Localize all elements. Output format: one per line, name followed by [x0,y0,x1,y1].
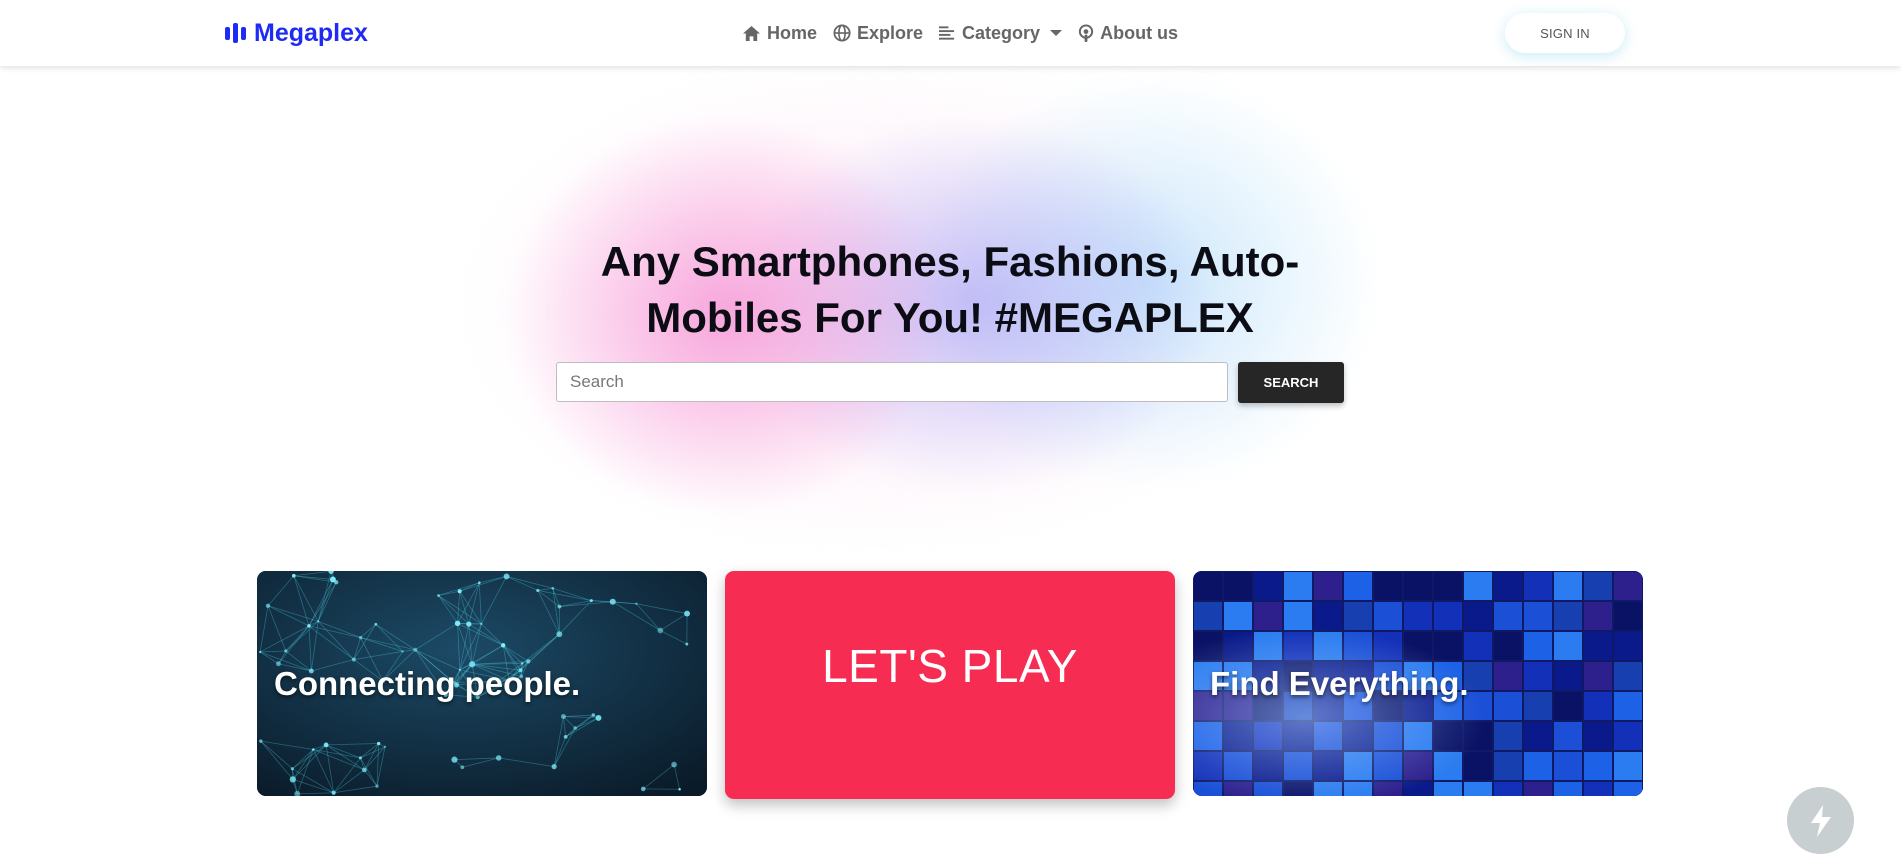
brand-name: Megaplex [254,18,368,47]
brand-bars-icon [225,23,246,43]
nav-explore[interactable]: Explore [825,23,931,44]
chevron-down-icon [1050,30,1063,36]
card-find-everything-label: Find Everything. [1210,665,1469,702]
card-find-everything[interactable]: Find Everything. [1193,571,1643,796]
podcast-icon [1078,23,1094,42]
nav-category-label: Category [962,22,1041,43]
nav-about[interactable]: About us [1070,23,1186,44]
nav-links: Home Explore Category About us [734,18,1186,48]
card-lets-play[interactable]: LET'S PLAY [725,571,1175,799]
globe-icon [833,24,851,42]
search-button[interactable]: SEARCH [1238,362,1344,403]
bolt-icon [1810,804,1831,837]
nav-home[interactable]: Home [734,23,825,44]
card-connecting-people-label: Connecting people. [274,665,581,702]
brand-logo[interactable]: Megaplex [225,16,368,50]
card-lets-play-label: LET'S PLAY [822,640,1078,692]
home-icon [743,25,760,41]
hero-title: Any Smartphones, Fashions, Auto-Mobiles … [600,238,1300,341]
quick-action-button[interactable] [1787,787,1854,854]
nav-explore-label: Explore [857,22,924,43]
card-connecting-people[interactable]: Connecting people. [257,571,707,796]
search-input[interactable] [556,362,1228,402]
nav-category-dropdown[interactable]: Category [931,23,1070,44]
sign-in-button[interactable]: SIGN IN [1505,13,1625,53]
navbar: Megaplex Home Explore Category About us … [0,0,1901,66]
nav-about-label: About us [1100,22,1179,43]
nav-home-label: Home [767,22,818,43]
list-icon [939,26,955,40]
